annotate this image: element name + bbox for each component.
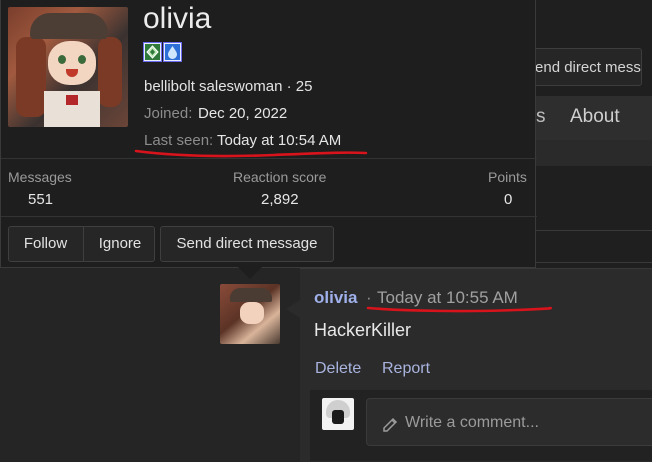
post-pointer-arrow [286,300,300,318]
post-body-text: HackerKiller [314,320,412,340]
avatar-tie-shape [66,95,78,105]
background-divider [536,262,652,263]
post-username-link[interactable]: olivia [314,288,357,308]
joined-label: Joined: [144,105,193,122]
ignore-button[interactable]: Ignore [83,227,156,261]
last-seen-value: Today at 10:54 AM [217,132,342,149]
stat-messages-label: Messages [8,169,72,185]
avatar-hat-shape [230,288,272,302]
actions-divider [1,216,537,217]
avatar-face-shape [240,302,264,324]
nav-item-fragment[interactable]: s [536,106,546,128]
avatar-face-shape [332,410,344,424]
joined-value: Dec 20, 2022 [198,105,288,122]
stat-points-value[interactable]: 0 [504,191,512,208]
avatar-eye-shape [58,55,66,64]
comment-placeholder: Write a comment... [405,414,539,431]
stat-messages-value[interactable]: 551 [28,191,53,208]
last-seen-label: Last seen: [144,132,214,149]
stat-reaction-label: Reaction score [233,169,327,185]
follow-button[interactable]: Follow [9,227,82,261]
stat-points-label: Points [488,169,527,185]
tooltip-pointer-arrow [238,267,262,279]
avatar-hat-shape [30,13,108,39]
member-username[interactable]: olivia [143,2,211,36]
stat-reaction-value[interactable]: 2,892 [261,191,299,208]
post-avatar[interactable] [220,284,280,344]
avatar-hair-shape [16,37,46,117]
background-band [536,140,652,166]
commenter-avatar[interactable] [322,398,354,430]
background-divider [536,230,652,231]
grass-type-icon [143,42,162,62]
avatar-face-shape [48,41,96,85]
post-separator: · [366,288,372,307]
post-timestamp[interactable]: Today at 10:55 AM [377,288,518,308]
post-delete-link[interactable]: Delete [315,360,361,378]
member-avatar[interactable] [8,7,128,127]
follow-ignore-group: Follow Ignore [8,226,155,262]
pencil-icon [383,417,398,432]
post-report-link[interactable]: Report [382,360,430,378]
avatar-eye-shape [78,55,86,64]
stats-divider [1,158,537,159]
member-user-title: bellibolt saleswoman · 25 [144,78,313,95]
water-type-icon [163,42,182,62]
nav-item-about[interactable]: About [570,106,620,128]
member-tooltip-card: olivia bellibolt saleswoman · 25 Joined:… [0,0,537,268]
background-nav-bar: s About [536,96,652,140]
background-direct-message-button[interactable]: Send direct message [520,48,642,86]
send-direct-message-button[interactable]: Send direct message [160,226,334,262]
avatar-hair-shape [98,37,122,107]
comment-input[interactable]: Write a comment... [366,398,652,446]
